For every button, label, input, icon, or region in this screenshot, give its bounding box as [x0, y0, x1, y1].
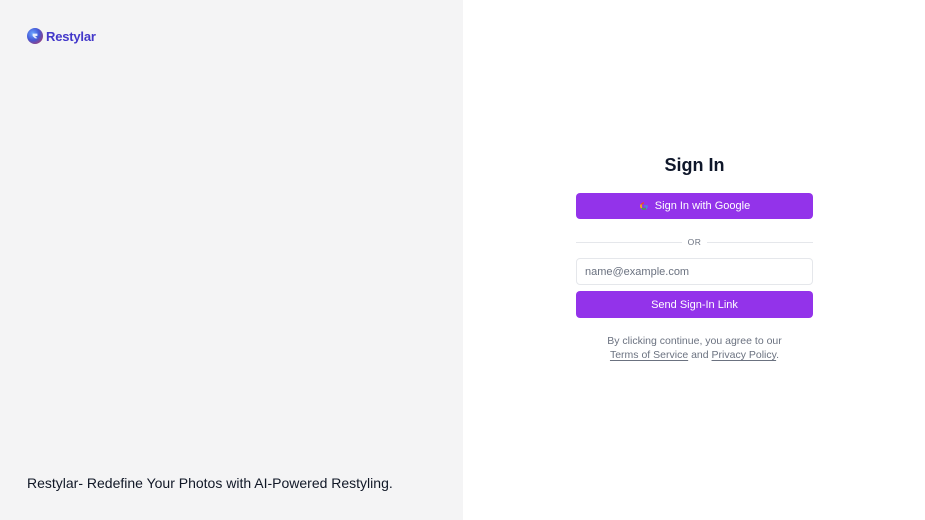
- sign-in-page: Restylar Restylar- Redefine Your Photos …: [0, 0, 925, 520]
- tagline: Restylar- Redefine Your Photos with AI-P…: [27, 475, 393, 491]
- page-title: Sign In: [664, 155, 725, 175]
- terms-suffix: .: [776, 349, 780, 361]
- terms-notice: By clicking continue, you agree to our T…: [607, 334, 782, 362]
- privacy-policy-link[interactable]: Privacy Policy: [712, 349, 777, 361]
- brand-home-link[interactable]: Restylar: [27, 28, 96, 44]
- sign-in-form: Sign In Sign In with Google OR Send Sign…: [576, 153, 813, 362]
- restylar-logo-icon: [27, 28, 43, 44]
- divider-line-left: [576, 241, 682, 243]
- send-sign-in-link-label: Send Sign-In Link: [651, 298, 738, 311]
- email-input[interactable]: [576, 258, 813, 285]
- terms-of-service-link[interactable]: Terms of Service: [610, 349, 688, 361]
- sign-in-google-button[interactable]: Sign In with Google: [576, 193, 813, 219]
- send-sign-in-link-button[interactable]: Send Sign-In Link: [576, 291, 813, 318]
- or-divider: OR: [576, 236, 813, 248]
- terms-prefix: By clicking continue, you agree to our: [607, 335, 782, 347]
- terms-and: and: [691, 349, 709, 361]
- sign-in-google-label: Sign In with Google: [654, 200, 751, 212]
- brand-panel: Restylar Restylar- Redefine Your Photos …: [0, 0, 463, 520]
- auth-panel: Sign In Sign In with Google OR Send Sign…: [463, 0, 925, 520]
- divider-text: OR: [687, 237, 702, 247]
- brand-name: Restylar: [46, 28, 96, 44]
- google-icon: [640, 202, 648, 210]
- divider-line-right: [707, 241, 813, 243]
